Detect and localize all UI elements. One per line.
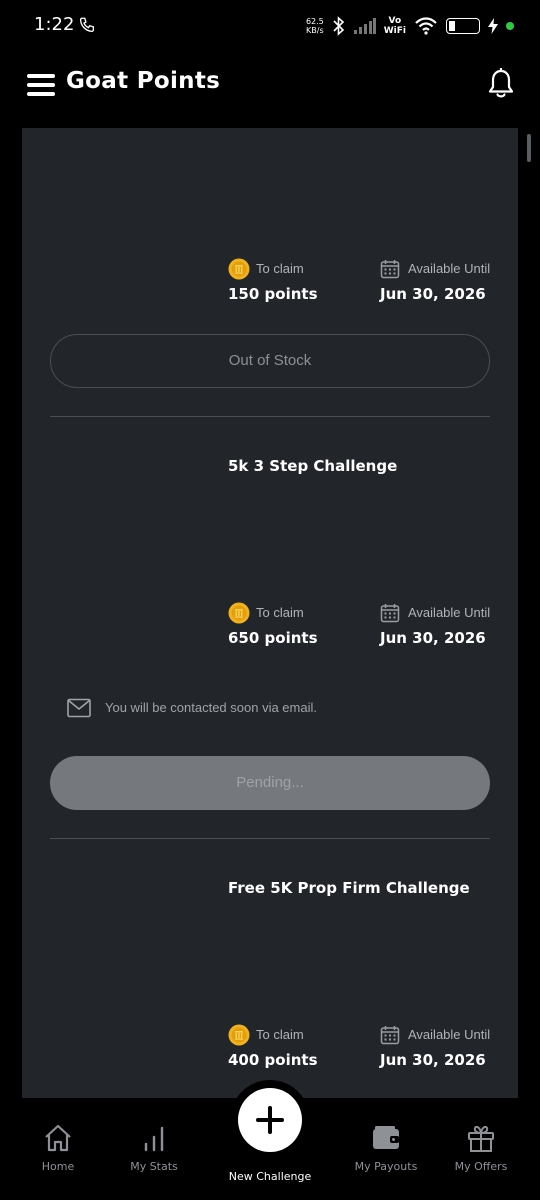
notification-bell-icon[interactable]	[486, 68, 516, 100]
nav-my-payouts[interactable]: My Payouts	[348, 1122, 424, 1173]
network-speed-unit: KB/s	[306, 26, 324, 35]
nav-my-offers[interactable]: My Offers	[446, 1122, 516, 1173]
nav-home-label: Home	[41, 1160, 75, 1173]
claim-label: To claim	[256, 1027, 304, 1042]
calendar-icon	[380, 260, 400, 279]
available-until-label: Available Until	[408, 261, 491, 276]
vowifi-indicator: Vo WiFi	[384, 16, 406, 36]
network-speed: 62.5 KB/s	[306, 17, 324, 35]
page-title: Goat Points	[66, 68, 221, 94]
available-until-label: Available Until	[408, 605, 491, 620]
card-divider	[50, 838, 490, 839]
available-date: Jun 30, 2026	[380, 629, 486, 647]
battery-icon: 16	[446, 18, 480, 34]
available-date: Jun 30, 2026	[380, 1051, 486, 1069]
pending-button[interactable]: Pending...	[50, 756, 490, 810]
home-icon	[45, 1124, 71, 1152]
coin-icon	[228, 1024, 250, 1046]
battery-level: 16	[456, 20, 470, 31]
out-of-stock-button[interactable]: Out of Stock	[50, 334, 490, 388]
nav-home[interactable]: Home	[28, 1122, 88, 1173]
wifi-icon	[415, 17, 437, 35]
status-indicators: 62.5 KB/s Vo WiFi 16	[306, 14, 514, 38]
privacy-indicator-dot	[506, 22, 514, 30]
claim-label: To claim	[256, 605, 304, 620]
plus-icon	[256, 1106, 284, 1134]
new-challenge-label: New Challenge	[228, 1170, 312, 1183]
points-value: 400 points	[228, 1051, 318, 1069]
email-notice-text: You will be contacted soon via email.	[105, 700, 317, 715]
bluetooth-icon	[333, 16, 344, 36]
reward-title: 5k 3 Step Challenge	[228, 457, 398, 475]
available-until-label: Available Until	[408, 1027, 491, 1042]
status-time: 1:22	[34, 14, 75, 35]
gift-icon	[468, 1125, 494, 1152]
nav-my-stats[interactable]: My Stats	[120, 1122, 188, 1173]
rewards-list[interactable]: To claim 150 points Available Until Jun …	[22, 128, 518, 1098]
wallet-icon	[373, 1126, 399, 1149]
nav-my-offers-label: My Offers	[454, 1160, 508, 1173]
new-challenge-fab-container	[230, 1080, 310, 1160]
calendar-icon	[380, 1026, 400, 1045]
menu-icon[interactable]	[27, 74, 55, 96]
coin-icon	[228, 258, 250, 280]
card-divider	[50, 416, 490, 417]
app-header: Goat Points	[0, 52, 540, 128]
coin-icon	[228, 602, 250, 624]
nav-my-stats-label: My Stats	[130, 1160, 178, 1173]
mail-icon	[67, 698, 91, 718]
points-value: 150 points	[228, 285, 318, 303]
available-date: Jun 30, 2026	[380, 285, 486, 303]
calendar-icon	[380, 604, 400, 623]
scrollbar[interactable]	[527, 134, 531, 162]
claim-label: To claim	[256, 261, 304, 276]
vowifi-bottom: WiFi	[383, 26, 406, 36]
signal-icon	[353, 18, 376, 34]
charging-icon	[488, 18, 498, 34]
points-value: 650 points	[228, 629, 318, 647]
nav-my-payouts-label: My Payouts	[354, 1160, 418, 1173]
network-speed-value: 62.5	[305, 17, 324, 26]
new-challenge-button[interactable]	[238, 1088, 302, 1152]
status-bar: 1:22 62.5 KB/s Vo WiFi 16	[0, 0, 540, 52]
phone-call-icon	[79, 17, 95, 33]
vowifi-top: Vo	[388, 16, 402, 26]
stats-icon	[144, 1126, 164, 1152]
reward-title: Free 5K Prop Firm Challenge	[228, 879, 470, 897]
